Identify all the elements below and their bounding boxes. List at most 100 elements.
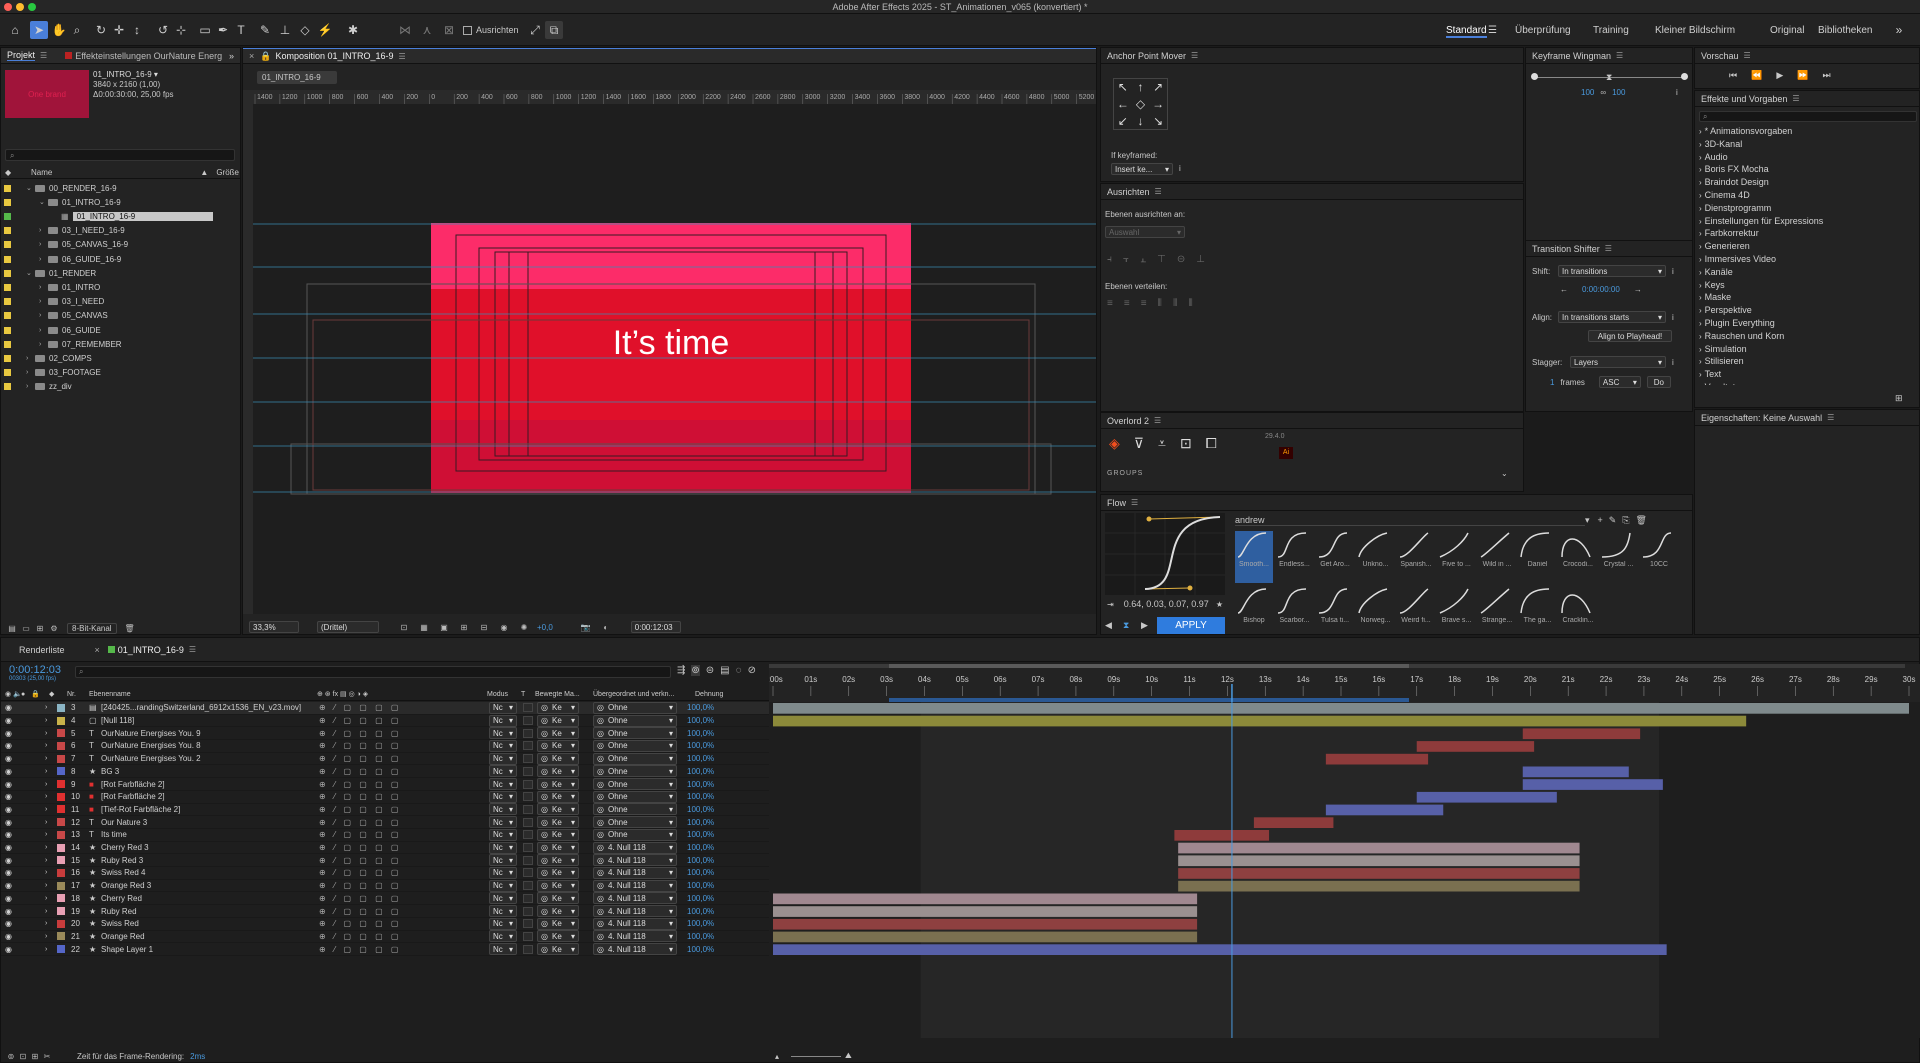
layer-label-color[interactable] [57,716,65,725]
layer-stretch[interactable]: 100,0% [687,767,714,776]
preserve-transparency-toggle[interactable] [523,843,533,853]
effects-category[interactable]: › Cinema 4D [1699,189,1909,202]
play-icon[interactable]: ▶ [1776,70,1783,81]
layer-mode-select[interactable]: Nc ▾ [489,714,517,727]
project-menu-icon[interactable]: ☰ [40,51,47,60]
eye-icon[interactable]: ◉ [5,754,13,763]
layer-stretch[interactable]: 100,0% [687,919,714,928]
parent-pickwhip-icon[interactable]: ◎ [597,741,604,750]
column-name[interactable]: Name [31,168,52,177]
order-select[interactable]: ASC ▾ [1598,376,1641,388]
flow-preset[interactable]: Weird fi... [1397,587,1435,639]
show-snapshot-icon[interactable]: ◐ [599,623,613,632]
chevron-right-icon[interactable]: › [45,730,57,737]
audio-header-icon[interactable]: 🔈 [13,690,22,698]
chevron-down-icon[interactable]: ⌄ [26,184,35,192]
wingman-slider-right-handle[interactable] [1681,73,1688,80]
flow-mirror-icon[interactable]: ⧗ [1123,620,1141,631]
align-hcenter-icon[interactable]: ⫟ [1123,254,1129,265]
header-mode[interactable]: Modus [487,691,521,698]
layer-switches[interactable]: ⊕ ⁄ ▢ ▢ ▢ ▢ [319,805,489,814]
matte-pickwhip-icon[interactable]: ◎ [541,919,548,928]
quality-switch-icon[interactable]: ⁄ [334,843,338,852]
label-color-swatch[interactable] [4,212,11,220]
shy-switch-icon[interactable]: ⊕ [319,729,329,738]
preserve-transparency-toggle[interactable] [523,906,533,916]
layer-switches[interactable]: ⊕ ⁄ ▢ ▢ ▢ ▢ [319,754,489,763]
anchor-title[interactable]: Anchor Point Mover [1107,51,1186,61]
preserve-transparency-toggle[interactable] [523,766,533,776]
eye-icon[interactable]: ◉ [5,818,13,827]
track-matte-select[interactable]: ◎ Ke ▾ [537,892,579,905]
parent-pickwhip-icon[interactable]: ◎ [597,754,604,763]
layer-label-color[interactable] [57,881,65,890]
next-frame-icon[interactable]: ⏩ [1797,70,1808,81]
effects-category[interactable]: › Generieren [1699,240,1909,253]
preserve-transparency-toggle[interactable] [523,804,533,814]
effects-title[interactable]: Effekte und Vorgaben [1701,94,1787,104]
layer-name[interactable]: Cherry Red [101,894,319,903]
shifter-menu-icon[interactable]: ☰ [1605,244,1612,253]
timeline-menu-icon[interactable]: ☰ [189,645,196,654]
sort-icon[interactable]: ▲ [200,168,208,177]
flow-preset[interactable]: Tulsa ti... [1316,587,1354,639]
switch-boxes[interactable]: ▢ ▢ ▢ ▢ [344,703,414,712]
quality-switch-icon[interactable]: ⁄ [334,868,338,877]
properties-title[interactable]: Eigenschaften: Keine Auswahl [1701,413,1822,423]
flow-save-icon[interactable]: ⎘ [1622,515,1629,526]
chevron-right-icon[interactable]: › [45,857,57,864]
layer-name[interactable]: [Rot Farbfläche 2] [101,792,319,801]
crop-icon[interactable]: ⧠ [1206,435,1217,452]
eye-icon[interactable]: ◉ [5,945,13,954]
in-out-icon[interactable]: ✂ [41,1052,53,1061]
preserve-transparency-toggle[interactable] [523,792,533,802]
parent-select[interactable]: ◎ Ohne ▾ [593,816,677,829]
effects-category[interactable]: › Keys [1699,279,1909,292]
layer-switches[interactable]: ⊕ ⁄ ▢ ▢ ▢ ▢ [319,767,489,776]
shy-switch-icon[interactable]: ⊕ [319,830,329,839]
layer-duration-bar[interactable] [773,703,1909,714]
matte-pickwhip-icon[interactable]: ◎ [541,868,548,877]
switch-boxes[interactable]: ▢ ▢ ▢ ▢ [344,856,414,865]
switch-boxes[interactable]: ▢ ▢ ▢ ▢ [344,716,414,725]
chevron-right-icon[interactable]: › [45,933,57,940]
timeline-zoom-slider[interactable] [791,1056,841,1057]
preserve-transparency-toggle[interactable] [523,881,533,891]
parent-pickwhip-icon[interactable]: ◎ [597,830,604,839]
effects-category[interactable]: ›Veraltet [1699,381,1909,385]
project-item[interactable]: › 02_COMPS [1,351,241,365]
tab-timeline-comp[interactable]: 01_INTRO_16-9 [118,645,184,655]
parent-select[interactable]: ◎ 4. Null 118 ▾ [593,879,677,892]
flow-title[interactable]: Flow [1107,498,1126,508]
quality-switch-icon[interactable]: ⁄ [334,894,338,903]
project-item[interactable]: ⌄ 01_RENDER [1,266,241,280]
preview-menu-icon[interactable]: ☰ [1744,51,1751,60]
project-item[interactable]: ⌄ 00_RENDER_16-9 [1,181,241,195]
label-color-swatch[interactable] [4,184,11,192]
effects-category[interactable]: › Audio [1699,151,1909,164]
switch-boxes[interactable]: ▢ ▢ ▢ ▢ [344,919,414,928]
track-matte-select[interactable]: ◎ Ke ▾ [537,778,579,791]
parent-select[interactable]: ◎ Ohne ▾ [593,727,677,740]
parent-pickwhip-icon[interactable]: ◎ [597,868,604,877]
type-tool-icon[interactable]: T [232,21,250,39]
chevron-right-icon[interactable]: › [45,742,57,749]
quality-switch-icon[interactable]: ⁄ [334,703,338,712]
label-color-swatch[interactable] [4,383,11,391]
layer-mode-select[interactable]: Nc ▾ [489,739,517,752]
push-icon[interactable]: ⊽ [1134,435,1144,452]
layer-label-color[interactable] [57,792,65,801]
label-color-swatch[interactable] [4,340,11,348]
tab-composition[interactable]: Komposition 01_INTRO_16-9 [275,51,393,61]
snap-tool-icon[interactable]: ⤢ [526,21,544,39]
layer-duration-bar[interactable] [1253,817,1334,828]
layer-switches[interactable]: ⊕ ⁄ ▢ ▢ ▢ ▢ [319,741,489,750]
shifter-title[interactable]: Transition Shifter [1532,244,1600,254]
view-axis-icon[interactable]: ⊠ [440,21,458,39]
preserve-transparency-toggle[interactable] [523,868,533,878]
layer-duration-bar[interactable] [773,906,1198,917]
layer-duration-bar[interactable] [1174,830,1270,841]
effects-category[interactable]: › Boris FX Mocha [1699,163,1909,176]
preserve-transparency-toggle[interactable] [523,944,533,954]
shy-switch-icon[interactable]: ⊕ [319,767,329,776]
